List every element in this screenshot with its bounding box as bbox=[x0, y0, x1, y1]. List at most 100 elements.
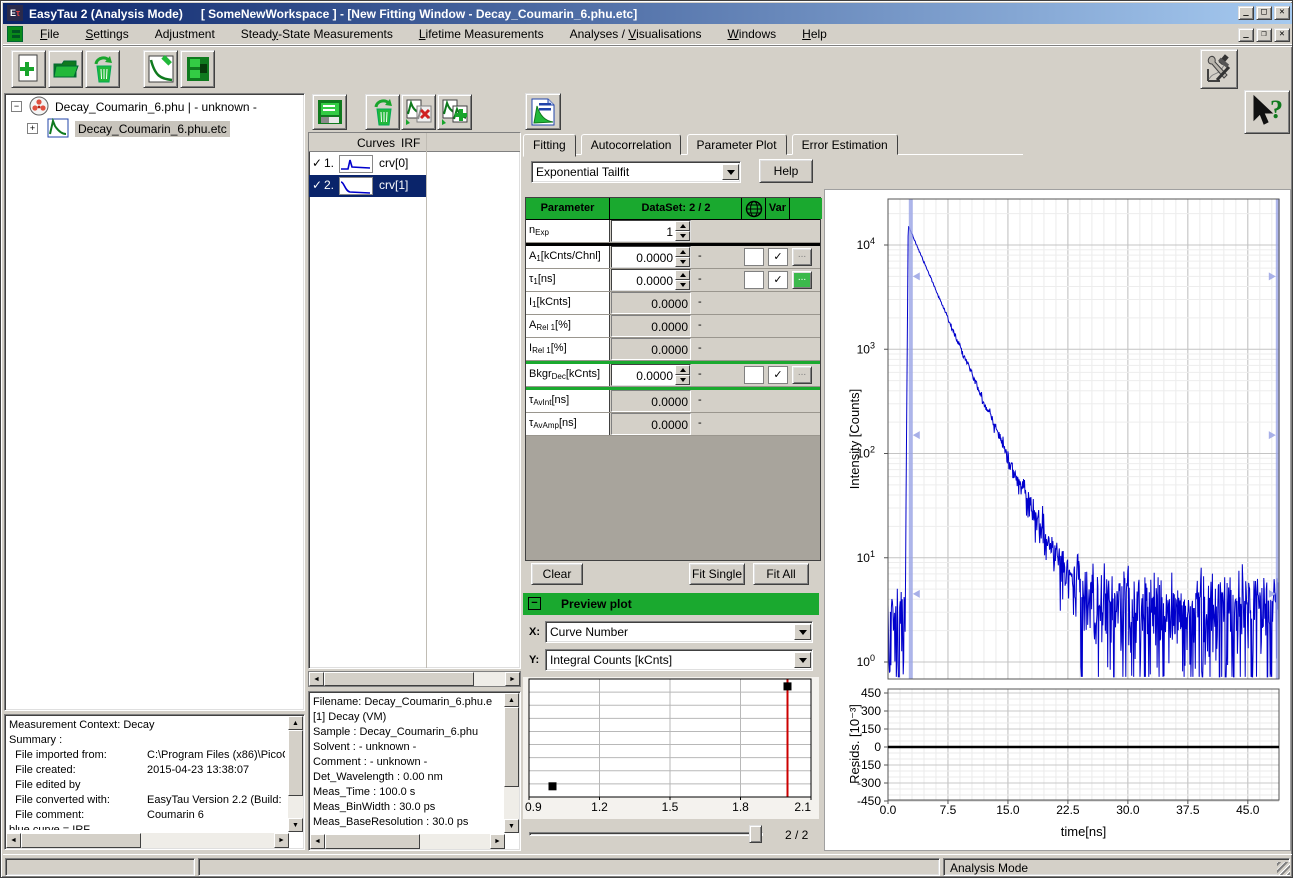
globe-icon bbox=[745, 200, 763, 218]
mdi-restore-button[interactable]: ❐ bbox=[1256, 28, 1272, 42]
param-spinner[interactable] bbox=[675, 247, 690, 267]
param-value-input[interactable]: 1 bbox=[611, 220, 691, 242]
param-options-button[interactable]: ... bbox=[792, 271, 812, 289]
param-var-checkbox[interactable]: ✓ bbox=[768, 366, 788, 384]
preview-y-select[interactable]: Integral Counts [kCnts] bbox=[545, 649, 813, 671]
paste-curve-from-clipboard-button[interactable] bbox=[437, 94, 472, 130]
curve-list-item[interactable]: ✓1.crv[0] bbox=[309, 153, 426, 175]
param-spinner[interactable] bbox=[675, 270, 690, 290]
curve-label[interactable]: crv[1] bbox=[379, 178, 408, 192]
paste-remove-curve-icon bbox=[404, 97, 434, 127]
open-workspace-button[interactable] bbox=[48, 50, 83, 88]
measurement-info-line: Measurement Context: Decay bbox=[9, 718, 285, 733]
help-button[interactable]: Help bbox=[759, 159, 813, 183]
measurement-info-hscrollbar[interactable]: ◄► bbox=[6, 833, 289, 848]
menu-windows[interactable]: Windows bbox=[714, 24, 789, 45]
curves-column-header[interactable]: Curves bbox=[357, 136, 395, 150]
title-bar[interactable]: Eτ EasyTau 2 (Analysis Mode) [ SomeNewWo… bbox=[3, 3, 1292, 24]
param-global-checkbox[interactable] bbox=[744, 366, 764, 384]
menu-file[interactable]: File bbox=[27, 24, 72, 45]
param-value-input[interactable]: 0.0000 bbox=[611, 246, 691, 268]
main-toolbar bbox=[3, 45, 1292, 92]
easyfit-button[interactable] bbox=[180, 50, 215, 88]
fit-single-button[interactable]: Fit Single bbox=[689, 563, 745, 585]
param-global-checkbox[interactable] bbox=[744, 248, 764, 266]
tree-root-label[interactable]: Decay_Coumarin_6.phu | - unknown - bbox=[55, 100, 257, 114]
parameter-table-header: Parameter DataSet: 2 / 2 Var bbox=[526, 198, 820, 220]
clear-button[interactable]: Clear bbox=[531, 563, 583, 585]
tree-expand-toggle[interactable]: + bbox=[27, 123, 38, 134]
param-options-button[interactable]: ... bbox=[792, 366, 812, 384]
menu-settings[interactable]: Settings bbox=[72, 24, 141, 45]
context-help-button[interactable]: ? bbox=[1244, 90, 1290, 134]
cut-curve-to-clipboard-button[interactable] bbox=[401, 94, 436, 130]
app-logo-icon: Eτ bbox=[7, 5, 23, 21]
tab-error-estimation[interactable]: Error Estimation bbox=[792, 134, 898, 155]
param-value-input[interactable]: 0.0000 bbox=[611, 269, 691, 291]
delete-button[interactable] bbox=[85, 50, 120, 88]
file-info-line: [1] Decay (VM) bbox=[313, 710, 503, 725]
menu-steady-state-measurements[interactable]: Steady-State Measurements bbox=[228, 24, 406, 45]
param-global-checkbox[interactable] bbox=[744, 271, 764, 289]
tree-child-label[interactable]: Decay_Coumarin_6.phu.etc bbox=[75, 121, 230, 137]
preview-x-select[interactable]: Curve Number bbox=[545, 621, 813, 643]
toggle-info-panel-button[interactable] bbox=[312, 94, 347, 130]
menu-lifetime-measurements[interactable]: Lifetime Measurements bbox=[406, 24, 557, 45]
preview-data-point[interactable] bbox=[549, 782, 557, 790]
curves-list-hscrollbar[interactable]: ◄► bbox=[308, 671, 521, 687]
decay-and-residuals-plot[interactable]: 1001011021031044503001500-150-300-4500.0… bbox=[825, 190, 1290, 850]
dataset-slider-handle[interactable] bbox=[749, 825, 762, 843]
fit-model-dropdown-arrow[interactable] bbox=[722, 164, 739, 180]
new-fitting-window-button[interactable] bbox=[143, 50, 178, 88]
tab-autocorrelation[interactable]: Autocorrelation bbox=[581, 134, 682, 155]
cursor-marker[interactable] bbox=[913, 272, 920, 280]
preview-data-point[interactable] bbox=[784, 682, 792, 690]
mdi-minimize-button[interactable]: _ bbox=[1238, 28, 1254, 42]
fit-all-button[interactable]: Fit All bbox=[753, 563, 809, 585]
status-panel-1 bbox=[5, 858, 195, 876]
mdi-close-button[interactable]: ✕ bbox=[1274, 28, 1290, 42]
cursor-marker[interactable] bbox=[913, 431, 920, 439]
param-spinner[interactable] bbox=[675, 365, 690, 385]
preview-y-value: Integral Counts [kCnts] bbox=[546, 653, 793, 667]
menu-adjustment[interactable]: Adjustment bbox=[142, 24, 228, 45]
analysis-tools-button[interactable] bbox=[1200, 49, 1238, 89]
dataset-slider[interactable] bbox=[529, 825, 763, 843]
header-global[interactable] bbox=[742, 198, 766, 219]
file-info-hscrollbar[interactable]: ◄► bbox=[310, 834, 505, 849]
tab-fitting[interactable]: Fitting bbox=[523, 134, 576, 157]
fit-model-select[interactable]: Exponential Tailfit bbox=[531, 161, 741, 183]
collapse-section-toggle[interactable]: − bbox=[528, 597, 541, 610]
curve-check[interactable]: ✓ bbox=[312, 178, 322, 192]
new-file-button[interactable] bbox=[11, 50, 46, 88]
preview-x-dropdown-arrow[interactable] bbox=[794, 624, 811, 640]
curve-list-item[interactable]: ✓2.crv[1] bbox=[309, 175, 426, 197]
tab-parameter-plot[interactable]: Parameter Plot bbox=[687, 134, 787, 155]
tree-collapse-toggle[interactable]: − bbox=[11, 101, 22, 112]
param-options-button[interactable]: ... bbox=[792, 248, 812, 266]
param-var-checkbox[interactable]: ✓ bbox=[768, 248, 788, 266]
resize-grip[interactable] bbox=[1277, 862, 1290, 875]
param-spinner[interactable] bbox=[675, 221, 690, 241]
param-value-input[interactable]: 0.0000 bbox=[611, 364, 691, 386]
plot-cursor[interactable] bbox=[909, 199, 913, 679]
cursor-marker[interactable] bbox=[913, 590, 920, 598]
minimize-button[interactable]: _ bbox=[1238, 6, 1254, 20]
irf-column-header[interactable]: IRF bbox=[401, 136, 420, 150]
file-info-vscrollbar[interactable]: ▲ ▼ bbox=[504, 693, 519, 833]
close-button[interactable]: ✕ bbox=[1274, 6, 1290, 20]
measurement-info-vscrollbar[interactable]: ▲ ▼ bbox=[288, 716, 303, 832]
help-cursor-icon: ? bbox=[1248, 94, 1286, 130]
preview-y-dropdown-arrow[interactable] bbox=[794, 652, 811, 668]
curve-check[interactable]: ✓ bbox=[312, 156, 322, 170]
report-document-icon bbox=[530, 97, 556, 127]
menu-help[interactable]: Help bbox=[789, 24, 840, 45]
maximize-button[interactable]: □ bbox=[1256, 6, 1272, 20]
remove-curve-button[interactable] bbox=[365, 94, 400, 130]
report-button[interactable] bbox=[525, 93, 561, 130]
curve-label[interactable]: crv[0] bbox=[379, 156, 408, 170]
param-var-checkbox[interactable]: ✓ bbox=[768, 271, 788, 289]
measurement-info-line: File comment:Coumarin 6 bbox=[9, 808, 285, 823]
menu-analyses-visualisations[interactable]: Analyses / Visualisations bbox=[557, 24, 715, 45]
param-row: IRel 1[%]0.0000- bbox=[526, 338, 820, 361]
